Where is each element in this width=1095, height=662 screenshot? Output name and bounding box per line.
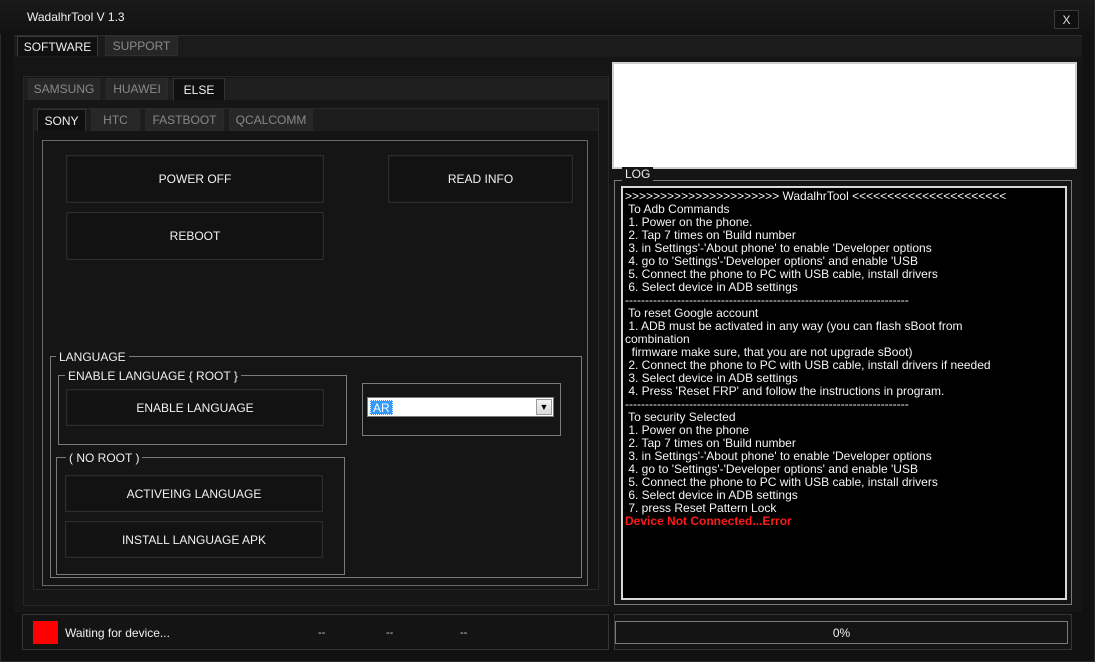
tab-qcalcomm[interactable]: QCALCOMM [229, 109, 313, 131]
tab-huawei[interactable]: HUAWEI [106, 78, 168, 100]
language-group-label: LANGUAGE [56, 350, 129, 364]
tab-fastboot[interactable]: FASTBOOT [145, 109, 224, 131]
read-info-button[interactable]: READ INFO [388, 155, 573, 203]
log-label: LOG [622, 167, 654, 181]
log-output[interactable]: >>>>>>>>>>>>>>>>>>>>>> WadalhrTool <<<<<… [621, 186, 1067, 600]
tab-htc[interactable]: HTC [91, 109, 140, 131]
status-text: Waiting for device... [65, 626, 170, 640]
root-group-label: ENABLE LANGUAGE { ROOT } [65, 369, 241, 383]
tab-support[interactable]: SUPPORT [105, 36, 178, 56]
close-button[interactable]: X [1054, 10, 1079, 29]
tab-software[interactable]: SOFTWARE [17, 36, 98, 56]
noroot-group-label: ( NO ROOT ) [66, 451, 143, 465]
status-field-1: -- [318, 627, 326, 639]
power-off-button[interactable]: POWER OFF [66, 155, 324, 203]
tab-samsung[interactable]: SAMSUNG [28, 78, 100, 100]
enable-language-button[interactable]: ENABLE LANGUAGE [66, 389, 324, 426]
install-language-apk-button[interactable]: INSTALL LANGUAGE APK [65, 521, 323, 558]
title-bar: WadalhrTool V 1.3 [0, 0, 1093, 34]
language-select[interactable]: AR ▼ [367, 397, 554, 417]
reboot-button[interactable]: REBOOT [66, 212, 324, 260]
device-info-box [612, 62, 1077, 169]
connection-indicator [33, 621, 58, 644]
log-error-line: Device Not Connected...Error [625, 514, 792, 528]
status-field-2: -- [386, 627, 394, 639]
activeing-language-button[interactable]: ACTIVEING LANGUAGE [65, 475, 323, 512]
log-lines: >>>>>>>>>>>>>>>>>>>>>> WadalhrTool <<<<<… [623, 188, 1065, 515]
progress-bar: 0% [615, 621, 1068, 644]
window-title: WadalhrTool V 1.3 [27, 10, 125, 24]
language-select-value: AR [370, 400, 393, 415]
progress-label: 0% [832, 625, 851, 640]
tab-sony[interactable]: SONY [37, 109, 86, 131]
tab-else[interactable]: ELSE [173, 78, 225, 100]
chevron-down-icon[interactable]: ▼ [536, 399, 552, 415]
status-field-3: -- [460, 627, 468, 639]
